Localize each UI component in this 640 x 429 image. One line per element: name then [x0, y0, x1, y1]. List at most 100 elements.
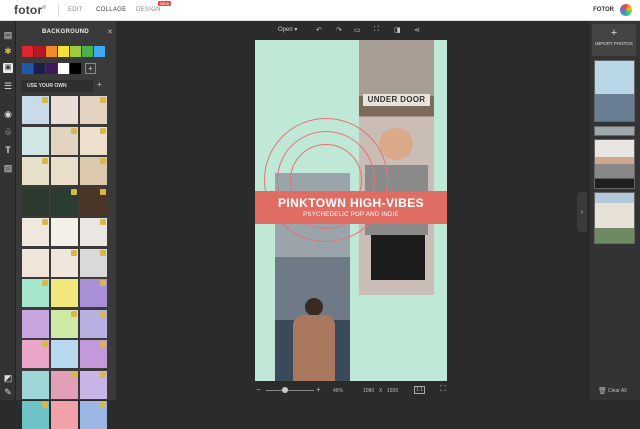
zoom-slider-handle[interactable]	[282, 387, 288, 393]
background-texture-tile[interactable]	[80, 370, 107, 399]
layers-icon[interactable]: ◩	[3, 373, 13, 383]
background-texture-tile[interactable]	[80, 218, 107, 246]
photo-thumbnail[interactable]	[594, 126, 635, 136]
zoom-out-button[interactable]: −	[256, 385, 261, 394]
account-avatar-icon[interactable]	[620, 4, 632, 16]
color-swatch[interactable]	[94, 46, 105, 57]
add-color-button[interactable]: +	[85, 63, 96, 74]
color-swatch[interactable]	[46, 46, 57, 57]
background-texture-tile[interactable]	[80, 126, 107, 155]
color-swatch[interactable]	[22, 46, 33, 57]
background-texture-tile[interactable]	[51, 157, 78, 185]
background-icon[interactable]: ▣	[3, 63, 13, 73]
pattern-icon[interactable]: ▨	[3, 163, 13, 173]
background-texture-tile[interactable]	[22, 370, 49, 399]
background-texture-tile[interactable]	[51, 370, 78, 399]
background-texture-tile[interactable]	[51, 401, 78, 429]
shapes-icon[interactable]: ◉	[3, 109, 13, 119]
text-icon[interactable]: T	[3, 145, 13, 155]
share-icon[interactable]: ⋖	[414, 26, 420, 34]
background-texture-tile[interactable]	[80, 248, 107, 277]
background-texture-tile[interactable]	[80, 340, 107, 368]
trash-icon[interactable]: 🗑	[598, 387, 607, 395]
background-texture-tile[interactable]	[80, 309, 107, 338]
color-swatch[interactable]	[70, 46, 81, 57]
edit-icon[interactable]: ✎	[3, 387, 13, 397]
canvas-width[interactable]: 1080	[363, 388, 374, 394]
background-texture-tile[interactable]	[51, 218, 78, 246]
premium-crown-icon	[100, 127, 106, 134]
use-your-own-button[interactable]: USE YOUR OWN	[21, 80, 93, 92]
background-texture-tile[interactable]	[22, 157, 49, 185]
background-texture-tile[interactable]	[80, 187, 107, 216]
open-button[interactable]: Open ▾	[278, 26, 297, 33]
title-banner[interactable]: PINKTOWN HIGH-VIBES PSYCHEDELIC POP AND …	[255, 191, 447, 224]
background-texture-tile[interactable]	[51, 279, 78, 307]
save-icon[interactable]: ▭	[354, 26, 361, 34]
background-texture-tile[interactable]	[22, 126, 49, 155]
clear-all-button[interactable]: Clear All	[608, 388, 627, 394]
background-texture-tile[interactable]	[22, 218, 49, 246]
background-texture-tile[interactable]	[51, 340, 78, 368]
zoom-slider[interactable]	[266, 390, 314, 391]
premium-crown-icon	[42, 341, 48, 347]
nav-edit[interactable]: EDIT	[68, 7, 83, 13]
background-texture-tile[interactable]	[51, 187, 78, 216]
color-swatch[interactable]	[58, 63, 69, 74]
color-swatch[interactable]	[22, 63, 33, 74]
subheadline[interactable]: PSYCHEDELIC POP AND INDIE	[255, 212, 447, 218]
collapse-panel-chevron-icon[interactable]: ›	[577, 192, 587, 232]
premium-crown-icon	[42, 158, 48, 164]
head-shape	[305, 298, 323, 316]
background-texture-tile[interactable]	[22, 309, 49, 338]
undo-icon[interactable]: ↶	[316, 26, 322, 34]
zoom-level: 46%	[333, 388, 344, 394]
design-canvas[interactable]: UNDER DOOR PINKTOWN HIGH-VIBES PSYCHEDEL…	[255, 40, 447, 381]
color-swatch[interactable]	[34, 63, 45, 74]
nav-collage[interactable]: COLLAGE	[96, 7, 126, 13]
stickers-icon[interactable]: ✱	[3, 46, 13, 56]
background-texture-tile[interactable]	[51, 126, 78, 155]
background-texture-tile[interactable]	[80, 401, 107, 429]
background-texture-tile[interactable]	[51, 309, 78, 338]
background-texture-tile[interactable]	[22, 248, 49, 277]
background-texture-tile[interactable]	[22, 96, 49, 124]
brand-label: FOTOR	[593, 7, 614, 13]
background-texture-tile[interactable]	[22, 187, 49, 216]
fit-icon[interactable]: ⛶	[374, 26, 379, 34]
nav-design[interactable]: DESIGN	[136, 7, 161, 13]
divider	[58, 4, 59, 17]
import-photos-button[interactable]: + IMPORT PHOTOS	[592, 24, 636, 56]
background-texture-tile[interactable]	[22, 340, 49, 368]
color-swatch[interactable]	[34, 46, 45, 57]
background-texture-tile[interactable]	[51, 248, 78, 277]
photo-thumbnail[interactable]	[594, 139, 635, 189]
background-texture-tile[interactable]	[22, 279, 49, 307]
add-background-icon[interactable]: +	[97, 80, 102, 89]
ratio-button[interactable]: 1:1	[414, 386, 425, 394]
color-swatch[interactable]	[58, 46, 69, 57]
background-texture-tile[interactable]	[80, 279, 107, 307]
premium-crown-icon	[71, 188, 77, 195]
layout-icon[interactable]: ▤	[3, 30, 13, 40]
headline[interactable]: PINKTOWN HIGH-VIBES	[255, 196, 447, 210]
zoom-in-button[interactable]: +	[316, 385, 321, 394]
background-texture-tile[interactable]	[22, 401, 49, 429]
canvas-height[interactable]: 1920	[387, 388, 398, 394]
close-icon[interactable]: ✕	[107, 28, 113, 36]
fotor-logo[interactable]: fotor®	[14, 3, 46, 17]
templates-icon[interactable]: ☰	[3, 81, 13, 91]
color-swatch[interactable]	[46, 63, 57, 74]
premium-crown-icon	[42, 97, 48, 103]
photo-thumbnail[interactable]	[594, 192, 635, 244]
background-texture-tile[interactable]	[80, 96, 107, 124]
background-texture-tile[interactable]	[51, 96, 78, 124]
background-texture-tile[interactable]	[80, 157, 107, 185]
fullscreen-icon[interactable]: ⛶	[440, 384, 446, 394]
redo-icon[interactable]: ↷	[336, 26, 342, 34]
color-swatch[interactable]	[70, 63, 81, 74]
compare-icon[interactable]: ◨	[394, 26, 401, 34]
color-swatch[interactable]	[82, 46, 93, 57]
photo-thumbnail[interactable]	[594, 60, 635, 122]
clipart-icon[interactable]: ♧	[3, 127, 13, 137]
